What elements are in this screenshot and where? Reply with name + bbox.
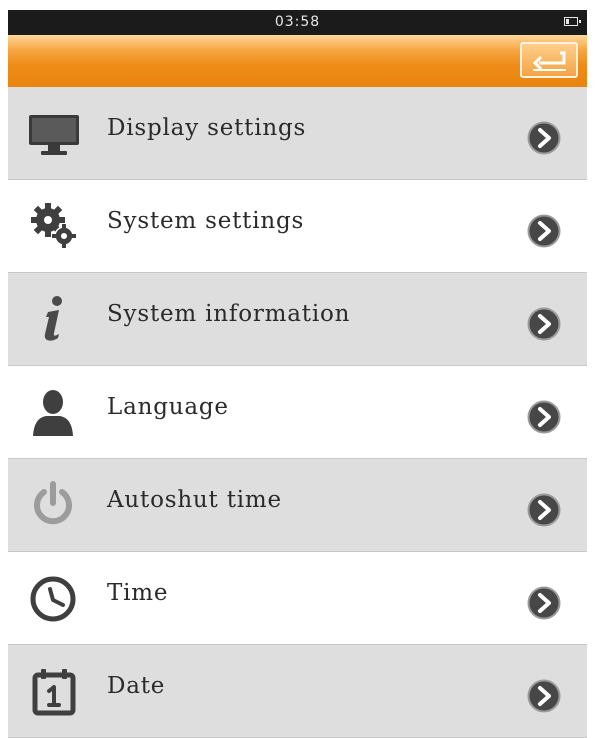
status-bar: 03:58 [8, 10, 587, 35]
power-icon [34, 481, 72, 525]
monitor-icon [29, 115, 79, 155]
menu-item-language[interactable]: Language [8, 366, 587, 459]
menu-item-label: Autoshut time [107, 487, 282, 513]
chevron-right-icon[interactable] [527, 121, 561, 155]
calendar-icon [32, 669, 76, 716]
battery-icon [564, 17, 581, 26]
menu-item-time[interactable]: Time [8, 552, 587, 645]
menu-item-label: Display settings [107, 115, 307, 141]
menu-item-date[interactable]: Date [8, 645, 587, 738]
menu-item-label: System settings [107, 208, 305, 234]
chevron-right-icon[interactable] [527, 214, 561, 248]
header-bar [8, 35, 587, 87]
info-icon [44, 296, 62, 341]
back-button[interactable] [520, 42, 578, 78]
gears-icon [31, 203, 76, 248]
menu-item-label: Time [107, 580, 169, 606]
status-time: 03:58 [274, 14, 321, 30]
settings-menu: Display settings System settings System … [8, 87, 587, 738]
menu-item-label: Date [107, 673, 166, 699]
return-arrow-icon [532, 51, 566, 71]
chevron-right-icon[interactable] [527, 307, 561, 341]
menu-item-display-settings[interactable]: Display settings [8, 87, 587, 180]
chevron-right-icon[interactable] [527, 400, 561, 434]
menu-item-system-information[interactable]: System information [8, 273, 587, 366]
clock-icon [30, 576, 76, 622]
menu-item-label: System information [107, 301, 351, 327]
device-screen: 03:58 Display settings System settings S… [8, 0, 587, 738]
menu-item-label: Language [107, 394, 229, 420]
chevron-right-icon[interactable] [527, 679, 561, 713]
chevron-right-icon[interactable] [527, 586, 561, 620]
menu-item-autoshut-time[interactable]: Autoshut time [8, 459, 587, 552]
person-icon [33, 390, 73, 436]
chevron-right-icon[interactable] [527, 493, 561, 527]
menu-item-system-settings[interactable]: System settings [8, 180, 587, 273]
